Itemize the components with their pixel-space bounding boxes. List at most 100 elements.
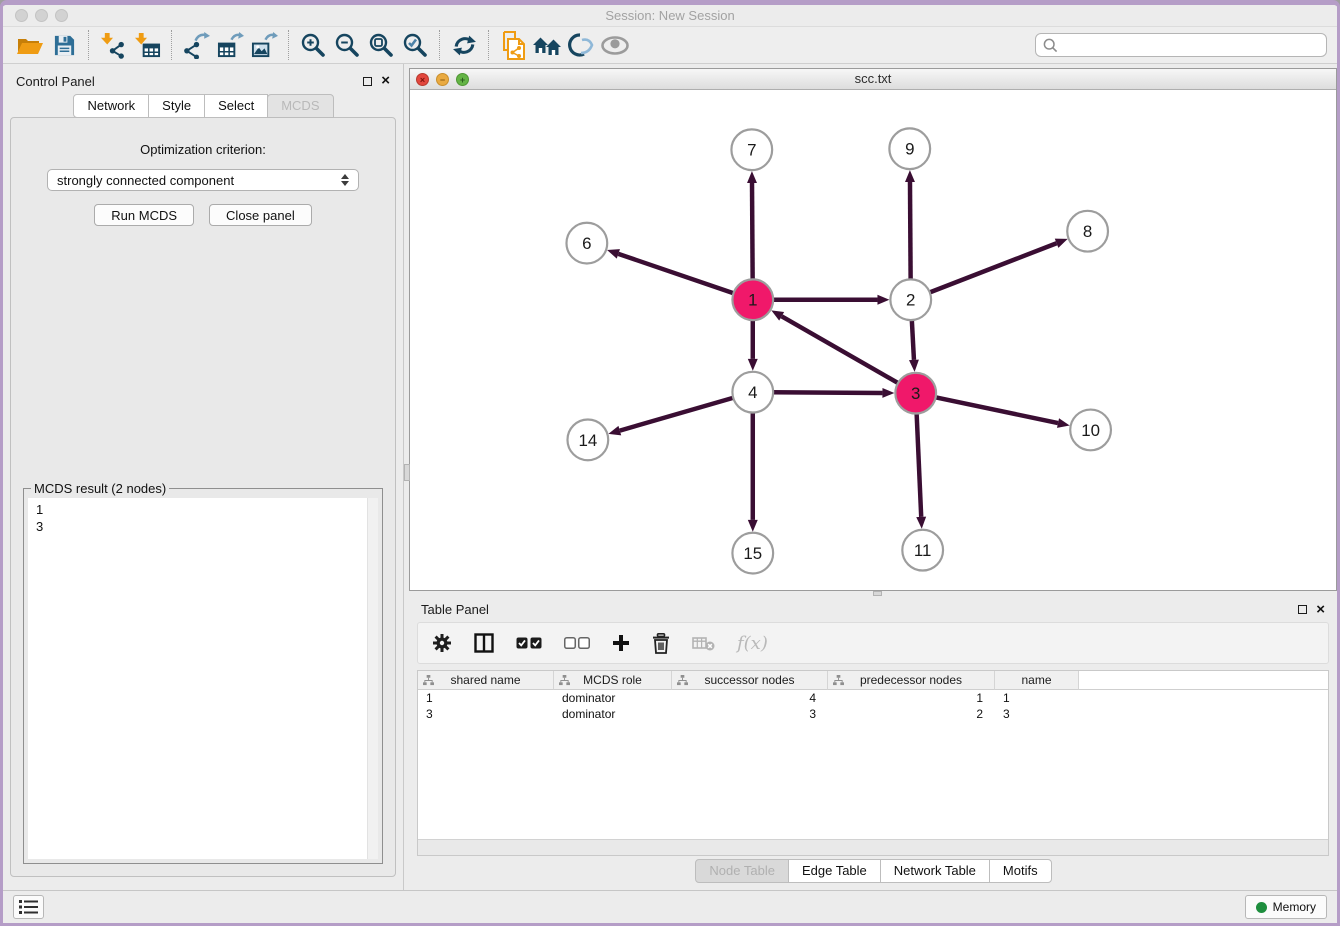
add-column-button[interactable] (612, 634, 630, 652)
open-session-button[interactable] (13, 29, 47, 61)
edge-4-3[interactable] (771, 392, 882, 393)
node-8[interactable]: 8 (1067, 211, 1108, 252)
minimize-window-button[interactable] (35, 9, 48, 22)
horizontal-splitter[interactable] (409, 591, 1337, 597)
cell-name[interactable]: 3 (995, 706, 1079, 722)
float-panel-icon[interactable] (363, 77, 372, 86)
cell-shared-name[interactable]: 3 (418, 706, 554, 722)
table-settings-button[interactable] (432, 633, 452, 653)
node-11[interactable]: 11 (902, 530, 943, 571)
export-table-button[interactable] (213, 29, 247, 61)
cell-mcds-role[interactable]: dominator (554, 706, 672, 722)
node-2[interactable]: 2 (890, 279, 931, 320)
node-3[interactable]: 3 (895, 373, 936, 414)
node-1[interactable]: 1 (732, 279, 773, 320)
node-7[interactable]: 7 (731, 129, 772, 170)
close-panel-button[interactable]: Close panel (209, 204, 312, 226)
import-network-button[interactable] (96, 29, 130, 61)
node-10[interactable]: 10 (1070, 410, 1111, 451)
show-columns-button[interactable] (474, 633, 494, 653)
apply-layout-button[interactable] (447, 29, 481, 61)
select-all-button[interactable] (516, 637, 542, 649)
column-header-name[interactable]: name (995, 671, 1079, 690)
tab-style[interactable]: Style (148, 94, 205, 118)
toolbar-separator (88, 30, 89, 60)
new-network-button[interactable] (496, 29, 530, 61)
close-panel-icon[interactable]: × (1316, 605, 1325, 615)
node-4[interactable]: 4 (732, 372, 773, 413)
cell-name[interactable]: 1 (995, 690, 1079, 706)
export-network-button[interactable] (179, 29, 213, 61)
network-graph[interactable]: 7 9 6 8 1 2 4 3 14 10 15 11 (410, 90, 1336, 590)
network-canvas[interactable]: 7 9 6 8 1 2 4 3 14 10 15 11 (410, 90, 1336, 590)
edge-2-8[interactable] (928, 243, 1057, 293)
network-close-button[interactable]: × (416, 73, 429, 86)
zoom-fit-button[interactable] (364, 29, 398, 61)
result-scrollbar[interactable] (367, 498, 378, 859)
deselect-all-button[interactable] (564, 637, 590, 649)
network-title: scc.txt (410, 69, 1336, 89)
close-panel-icon[interactable]: × (381, 76, 390, 86)
main-toolbar (3, 27, 1337, 64)
edge-3-10[interactable] (934, 397, 1058, 423)
tab-mcds[interactable]: MCDS (267, 94, 333, 118)
column-header-shared-name[interactable]: shared name (418, 671, 554, 690)
column-header-mcds-role[interactable]: MCDS role (554, 671, 672, 690)
cell-predecessor-nodes[interactable]: 1 (828, 690, 995, 706)
delete-column-button[interactable] (652, 633, 670, 654)
node-9[interactable]: 9 (889, 128, 930, 169)
edge-4-14[interactable] (620, 397, 735, 430)
cell-successor-nodes[interactable]: 4 (672, 690, 828, 706)
vertical-splitter[interactable] (403, 64, 409, 890)
table-tab-motifs[interactable]: Motifs (989, 859, 1052, 883)
close-window-button[interactable] (15, 9, 28, 22)
table-row[interactable]: 3dominator323 (418, 706, 1328, 722)
table-tab-network-table[interactable]: Network Table (880, 859, 990, 883)
edge-2-9[interactable] (910, 182, 911, 281)
zoom-selected-button[interactable] (398, 29, 432, 61)
network-minimize-button[interactable]: − (436, 73, 449, 86)
first-neighbors-button[interactable] (530, 29, 564, 61)
task-history-button[interactable] (13, 895, 44, 919)
delete-table-button (692, 635, 715, 651)
node-label: 1 (748, 291, 757, 310)
zoom-in-button[interactable] (296, 29, 330, 61)
table-tab-edge-table[interactable]: Edge Table (788, 859, 881, 883)
float-panel-icon[interactable] (1298, 605, 1307, 614)
search-input[interactable] (1063, 38, 1319, 53)
table-hscrollbar[interactable] (418, 839, 1328, 855)
zoom-out-button[interactable] (330, 29, 364, 61)
edge-3-11[interactable] (917, 412, 922, 517)
table-tab-node-table[interactable]: Node Table (695, 859, 789, 883)
show-details-button[interactable] (598, 29, 632, 61)
table-row[interactable]: 1dominator411 (418, 690, 1328, 706)
node-6[interactable]: 6 (566, 223, 607, 264)
edge-3-1[interactable] (782, 316, 900, 384)
node-14[interactable]: 14 (567, 419, 608, 460)
cell-mcds-role[interactable]: dominator (554, 690, 672, 706)
import-table-button[interactable] (130, 29, 164, 61)
edge-2-3[interactable] (912, 318, 914, 360)
maximize-window-button[interactable] (55, 9, 68, 22)
hide-details-button[interactable] (564, 29, 598, 61)
cell-shared-name[interactable]: 1 (418, 690, 554, 706)
column-header-predecessor-nodes[interactable]: predecessor nodes (828, 671, 995, 690)
export-image-button[interactable] (247, 29, 281, 61)
document-network-icon (500, 31, 527, 60)
criterion-dropdown[interactable]: strongly connected component (47, 169, 359, 191)
memory-button[interactable]: Memory (1245, 895, 1327, 919)
edge-1-6[interactable] (618, 254, 735, 294)
cell-predecessor-nodes[interactable]: 2 (828, 706, 995, 722)
tab-network[interactable]: Network (73, 94, 149, 118)
node-15[interactable]: 15 (732, 533, 773, 574)
cell-successor-nodes[interactable]: 3 (672, 706, 828, 722)
mcds-result-text[interactable]: 13 (28, 498, 378, 859)
edge-1-7[interactable] (752, 183, 753, 281)
splitter-handle[interactable] (873, 591, 882, 596)
table-panel: Table Panel × (409, 597, 1337, 890)
save-session-button[interactable] (47, 29, 81, 61)
run-mcds-button[interactable]: Run MCDS (94, 204, 194, 226)
column-header-successor-nodes[interactable]: successor nodes (672, 671, 828, 690)
network-maximize-button[interactable]: + (456, 73, 469, 86)
tab-select[interactable]: Select (204, 94, 268, 118)
